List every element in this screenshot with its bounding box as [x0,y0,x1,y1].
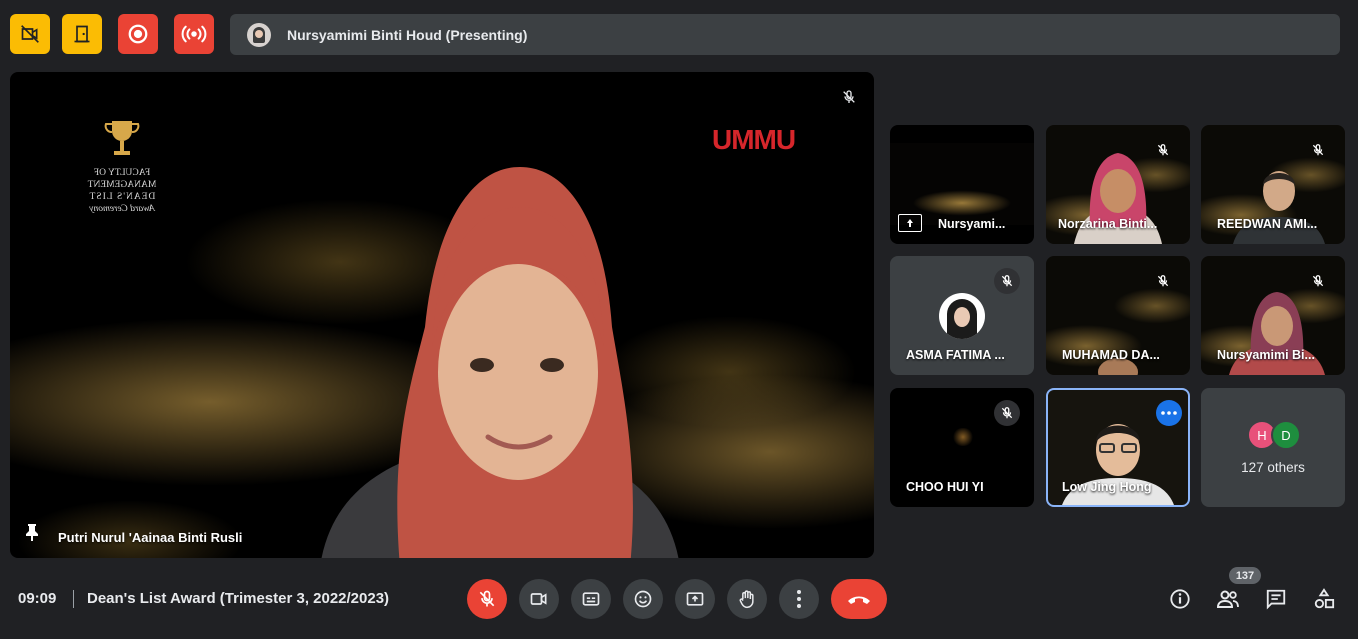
captions-button[interactable] [571,579,611,619]
camera-icon [530,593,547,605]
present-now-button[interactable] [675,579,715,619]
mic-off-icon [1001,407,1013,419]
trophy-icon [104,121,140,155]
others-count-label: 127 others [1241,460,1305,475]
meeting-title: Dean's List Award (Trimester 3, 2022/202… [87,590,390,607]
raise-hand-button[interactable] [727,579,767,619]
participant-tile-active[interactable]: Low Jing Hong [1046,388,1190,507]
activities-button[interactable] [1312,587,1336,611]
presenting-icon [898,214,922,232]
tile-mic-off [994,268,1020,294]
meeting-details-button[interactable] [1168,587,1192,611]
tile-name: CHOO HUI YI [906,480,984,494]
live-stream-icon [181,25,207,43]
pin-button[interactable] [24,523,40,546]
presenting-banner[interactable]: Nursyamimi Binti Houd (Presenting) [230,14,1340,55]
present-icon [686,592,704,606]
participant-tile[interactable]: MUHAMAD DA... [1046,256,1190,375]
main-stage-video[interactable]: FACULTY OF MANAGEMENT DEAN'S LIST Award … [10,72,874,558]
participant-tile[interactable]: ASMA FATIMA ... [890,256,1034,375]
emoji-icon [634,590,652,608]
mic-off-icon [1312,144,1324,156]
mic-off-icon [1157,275,1169,287]
mic-off-icon [1157,144,1169,156]
tile-name: REEDWAN AMI... [1217,217,1318,231]
participant-count-badge: 137 [1229,567,1261,584]
tile-name: Nursyami... [938,217,1006,231]
more-horiz-icon [1161,411,1177,415]
participant-tile[interactable]: CHOO HUI YI [890,388,1034,507]
chat-button[interactable] [1264,587,1288,611]
mic-off-icon [1312,275,1324,287]
tile-name: Norzarina Binti... [1058,217,1158,231]
more-options-button[interactable] [779,579,819,619]
pin-icon [26,524,38,541]
more-options-button[interactable] [1156,400,1182,426]
tile-name: ASMA FATIMA ... [906,348,1005,362]
stage-mic-off-indicator [836,84,862,110]
video-glow [952,428,974,446]
tile-mic-off [1150,268,1176,294]
avatar [939,293,985,339]
tile-mic-off [1305,137,1331,163]
end-call-icon [848,596,870,604]
mic-off-icon [843,90,855,103]
camera-toggle-button[interactable] [519,579,559,619]
door-exit-icon [74,25,90,43]
participant-tile[interactable]: Nursyamimi Bi... [1201,256,1345,375]
tile-mic-off [1305,268,1331,294]
tile-mic-off [1150,137,1176,163]
others-tile[interactable]: H D 127 others [1201,388,1345,507]
no-video-recording-icon [21,25,39,43]
record-icon [128,24,148,44]
captions-icon [582,592,600,606]
door-exit-button[interactable] [62,14,102,54]
mic-off-icon [1001,275,1013,287]
tile-name: MUHAMAD DA... [1062,348,1160,362]
record-button[interactable] [118,14,158,54]
university-logo: UMMU [712,124,796,155]
activities-icon [1314,588,1335,609]
clock: 09:09 [18,590,57,607]
stage-participant-name: Putri Nurul 'Aainaa Binti Rusli [58,530,243,545]
chat-icon [1266,589,1286,610]
mic-toggle-button[interactable] [467,579,507,619]
tile-name: Low Jing Hong [1062,480,1152,494]
divider [73,590,74,608]
participant-tile[interactable]: REEDWAN AMI... [1201,125,1345,244]
participant-tile[interactable]: Nursyami... [890,125,1034,244]
presenting-label: Nursyamimi Binti Houd (Presenting) [287,26,528,43]
tile-name: Nursyamimi Bi... [1217,348,1315,362]
caption-line-2: DEAN'S LIST [88,192,156,202]
presentation-thumbnail [890,143,1034,225]
participant-tile[interactable]: Norzarina Binti... [1046,125,1190,244]
leave-call-button[interactable] [831,579,887,619]
people-icon [1216,590,1239,608]
info-icon [1170,589,1190,609]
no-video-recording-button[interactable] [10,14,50,54]
participant-video [1229,292,1325,375]
caption-line-3: Award Ceremony [89,204,155,214]
emoji-reactions-button[interactable] [623,579,663,619]
presenter-avatar [247,22,271,47]
caption-line-1: FACULTY OF MANAGEMENT [87,168,157,190]
raise-hand-icon [739,590,754,609]
live-stream-button[interactable] [174,14,214,54]
more-vert-icon [797,590,801,608]
participant-video [1233,171,1325,244]
slide-caption: FACULTY OF MANAGEMENT DEAN'S LIST Award … [60,117,180,217]
mic-off-icon [479,590,495,607]
speaker-figure [260,167,740,558]
avatar-initial: D [1271,420,1301,450]
tile-mic-off [994,400,1020,426]
people-button[interactable] [1216,587,1240,611]
